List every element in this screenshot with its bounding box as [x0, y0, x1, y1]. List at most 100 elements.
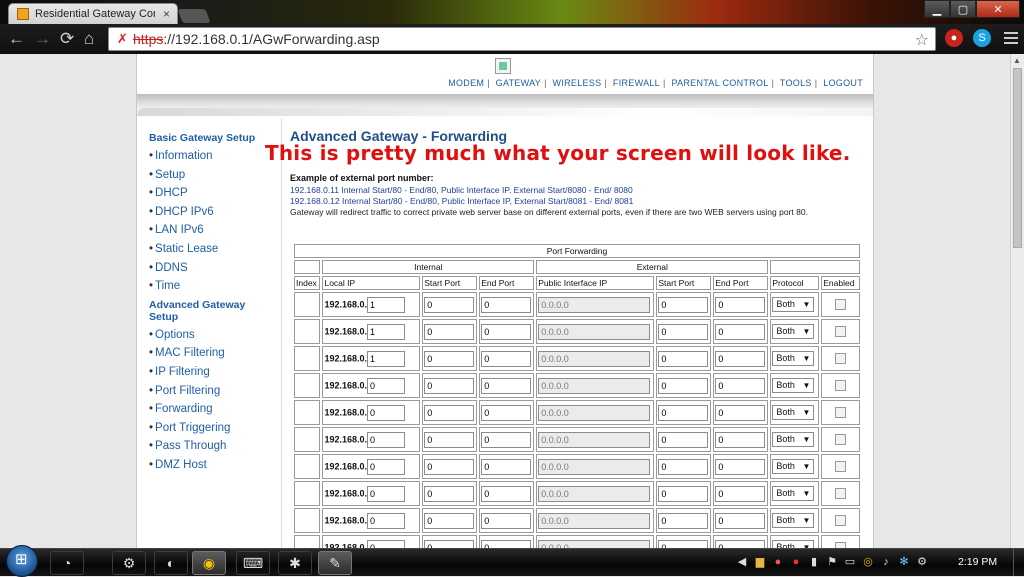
internal-start-port-input[interactable]: [424, 404, 475, 421]
browser-tab[interactable]: Residential Gateway Conf ×: [8, 3, 178, 24]
taskbar-clock-icon[interactable]: ◔: [50, 551, 84, 575]
tray-flag-icon[interactable]: ⚑: [825, 555, 839, 569]
local-ip-octet-input[interactable]: [367, 512, 406, 529]
internal-start-port-input[interactable]: [424, 512, 475, 529]
nav-modem[interactable]: MODEM: [448, 78, 484, 88]
tray-signal-icon[interactable]: ▮: [807, 555, 821, 569]
tray-alert-icon[interactable]: ●: [771, 555, 785, 569]
internal-start-port-input[interactable]: [424, 431, 475, 448]
external-start-port-input[interactable]: [658, 296, 709, 313]
external-end-port-input[interactable]: [715, 377, 766, 394]
internal-start-port-input[interactable]: [424, 296, 475, 313]
home-button[interactable]: ⌂: [84, 30, 94, 48]
local-ip-octet-input[interactable]: [367, 458, 406, 475]
tray-norton-icon[interactable]: ◎: [861, 555, 875, 569]
external-start-port-input[interactable]: [658, 512, 709, 529]
protocol-select[interactable]: Both ▼: [772, 297, 815, 312]
internal-start-port-input[interactable]: [424, 377, 475, 394]
show-desktop-button[interactable]: [1013, 549, 1024, 576]
nav-parental-control[interactable]: PARENTAL CONTROL: [671, 78, 768, 88]
tab-close-icon[interactable]: ×: [163, 7, 170, 21]
external-start-port-input[interactable]: [658, 323, 709, 340]
sidebar-item-dmz-host[interactable]: • DMZ Host: [137, 456, 281, 475]
internal-start-port-input[interactable]: [424, 323, 475, 340]
sidebar-item-forwarding[interactable]: • Forwarding: [137, 400, 281, 419]
enabled-checkbox[interactable]: [835, 461, 847, 473]
nav-logout[interactable]: LOGOUT: [823, 78, 863, 88]
sidebar-item-setup[interactable]: • Setup: [137, 166, 281, 185]
taskbar-gear-icon[interactable]: ✱: [278, 551, 312, 575]
protocol-select[interactable]: Both ▼: [772, 459, 815, 474]
protocol-select[interactable]: Both ▼: [772, 405, 815, 420]
nav-firewall[interactable]: FIREWALL: [613, 78, 660, 88]
sidebar-item-lan-ipv6[interactable]: • LAN IPv6: [137, 221, 281, 240]
internal-end-port-input[interactable]: [481, 431, 532, 448]
tray-snowflake-icon[interactable]: ✻: [897, 555, 911, 569]
extension-stop-icon[interactable]: ●: [945, 29, 963, 47]
sidebar-item-options[interactable]: • Options: [137, 326, 281, 345]
taskbar-steam-icon[interactable]: ⚙: [112, 551, 146, 575]
enabled-checkbox[interactable]: [835, 326, 847, 338]
external-start-port-input[interactable]: [658, 404, 709, 421]
external-start-port-input[interactable]: [658, 485, 709, 502]
internal-end-port-input[interactable]: [481, 377, 532, 394]
external-end-port-input[interactable]: [715, 485, 766, 502]
taskbar-chrome-icon[interactable]: ◉: [192, 551, 226, 575]
taskbar-keyboard-icon[interactable]: ⌨: [236, 551, 270, 575]
enabled-checkbox[interactable]: [835, 380, 847, 392]
scroll-up-arrow-icon[interactable]: ▲: [1013, 56, 1021, 65]
page-scrollbar[interactable]: ▲: [1010, 54, 1024, 548]
sidebar-item-port-triggering[interactable]: • Port Triggering: [137, 419, 281, 438]
protocol-select[interactable]: Both ▼: [772, 378, 815, 393]
local-ip-octet-input[interactable]: [367, 485, 406, 502]
tray-network-icon[interactable]: ▭: [843, 555, 857, 569]
internal-end-port-input[interactable]: [481, 512, 532, 529]
sidebar-item-port-filtering[interactable]: • Port Filtering: [137, 382, 281, 401]
internal-end-port-input[interactable]: [481, 296, 532, 313]
internal-start-port-input[interactable]: [424, 485, 475, 502]
protocol-select[interactable]: Both ▼: [772, 351, 815, 366]
external-end-port-input[interactable]: [715, 323, 766, 340]
nav-tools[interactable]: TOOLS: [780, 78, 812, 88]
sidebar-item-static-lease[interactable]: • Static Lease: [137, 240, 281, 259]
internal-end-port-input[interactable]: [481, 323, 532, 340]
forward-button[interactable]: →: [34, 30, 51, 48]
reload-button[interactable]: ⟳: [60, 30, 74, 48]
protocol-select[interactable]: Both ▼: [772, 486, 815, 501]
scroll-thumb[interactable]: [1013, 68, 1022, 248]
chrome-menu-icon[interactable]: [1004, 32, 1018, 47]
enabled-checkbox[interactable]: [835, 515, 847, 527]
sidebar-item-mac-filtering[interactable]: • MAC Filtering: [137, 344, 281, 363]
start-button[interactable]: [6, 545, 38, 577]
nav-gateway[interactable]: GATEWAY: [496, 78, 541, 88]
external-start-port-input[interactable]: [658, 431, 709, 448]
tray-volume-icon[interactable]: ♪: [879, 555, 893, 569]
skype-icon[interactable]: S: [973, 29, 991, 47]
internal-end-port-input[interactable]: [481, 458, 532, 475]
internal-end-port-input[interactable]: [481, 350, 532, 367]
internal-end-port-input[interactable]: [481, 485, 532, 502]
external-end-port-input[interactable]: [715, 404, 766, 421]
internal-start-port-input[interactable]: [424, 350, 475, 367]
local-ip-octet-input[interactable]: [367, 323, 406, 340]
sidebar-item-ddns[interactable]: • DDNS: [137, 259, 281, 278]
external-end-port-input[interactable]: [715, 296, 766, 313]
tray-steam-icon[interactable]: ⚙: [915, 555, 929, 569]
sidebar-item-dhcp[interactable]: • DHCP: [137, 184, 281, 203]
taskbar-clock[interactable]: 2:19 PM: [958, 556, 997, 568]
local-ip-octet-input[interactable]: [367, 377, 406, 394]
local-ip-octet-input[interactable]: [367, 431, 406, 448]
maximize-button[interactable]: ▢: [950, 0, 976, 18]
sidebar-item-dhcp-ipv6[interactable]: • DHCP IPv6: [137, 203, 281, 222]
bookmark-star-icon[interactable]: ☆: [915, 30, 929, 50]
sidebar-item-pass-through[interactable]: • Pass Through: [137, 437, 281, 456]
external-end-port-input[interactable]: [715, 512, 766, 529]
external-end-port-input[interactable]: [715, 350, 766, 367]
nav-wireless[interactable]: WIRELESS: [553, 78, 602, 88]
internal-end-port-input[interactable]: [481, 404, 532, 421]
local-ip-octet-input[interactable]: [367, 404, 406, 421]
tray-folder-icon[interactable]: ▆: [753, 555, 767, 569]
external-start-port-input[interactable]: [658, 377, 709, 394]
external-start-port-input[interactable]: [658, 458, 709, 475]
back-button[interactable]: ←: [8, 30, 25, 48]
